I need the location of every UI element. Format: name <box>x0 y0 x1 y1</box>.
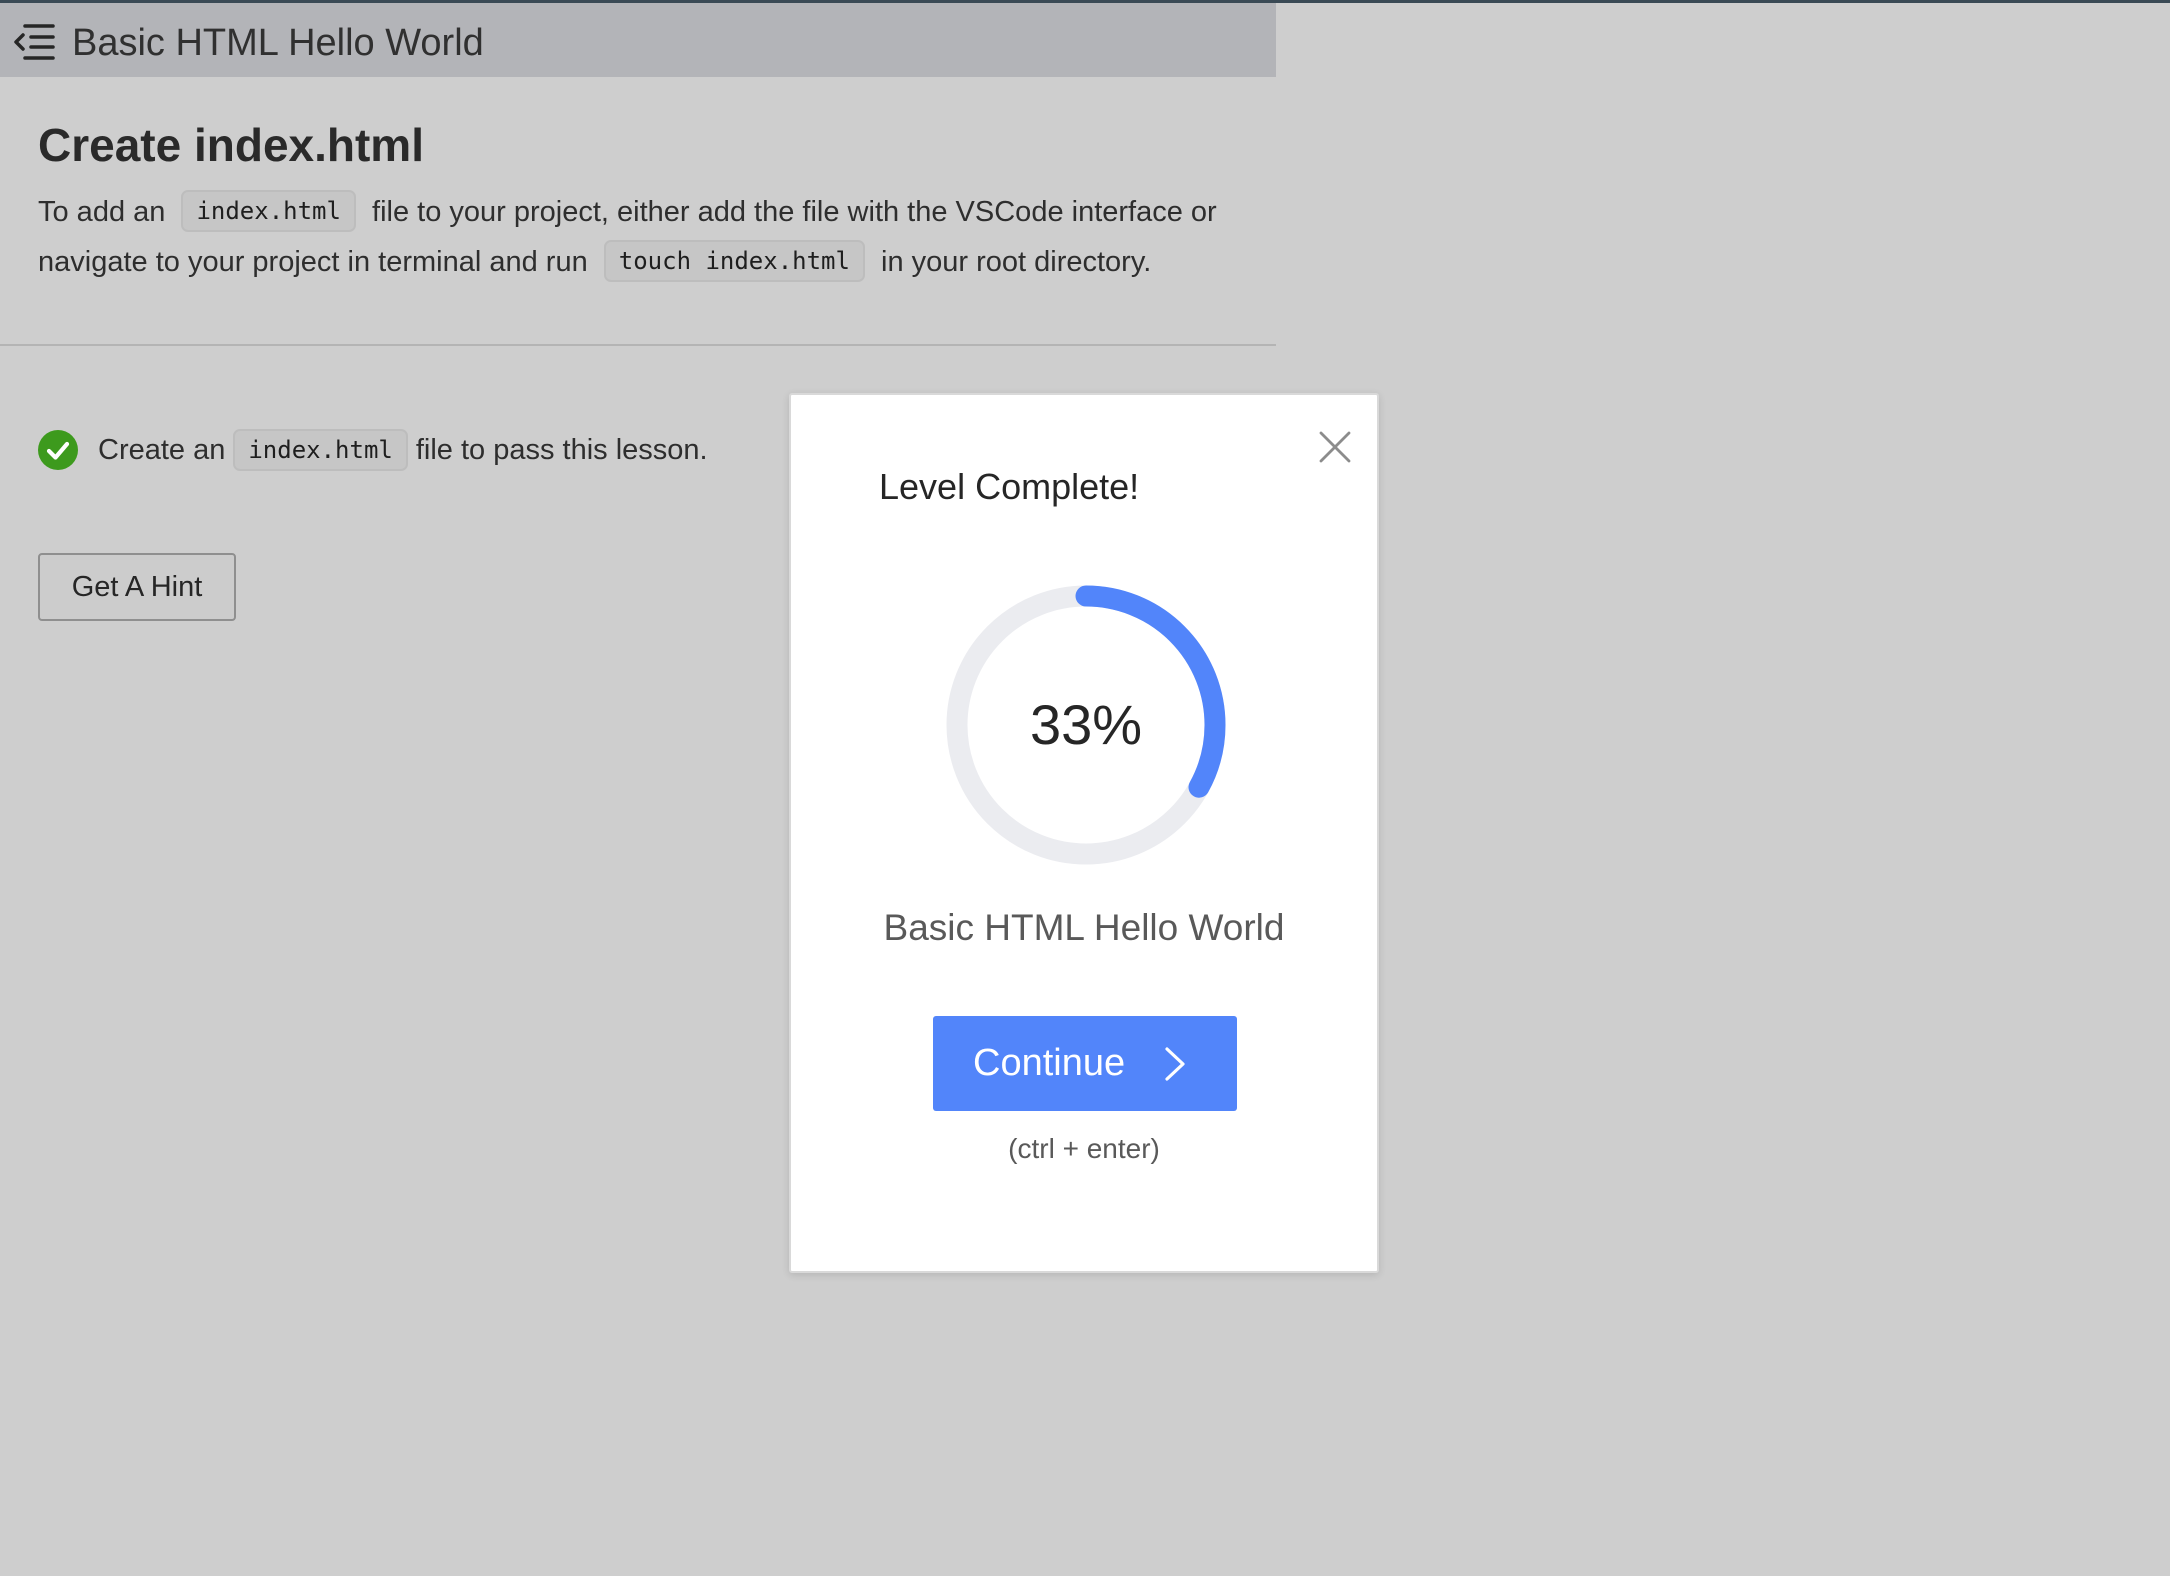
chevron-right-icon <box>1165 1047 1185 1081</box>
tutorial-title: Basic HTML Hello World <box>72 22 484 64</box>
check-circle-icon <box>38 430 78 470</box>
level-complete-modal: Level Complete! 33% Basic HTML Hello Wor… <box>789 393 1379 1273</box>
keyboard-shortcut-hint: (ctrl + enter) <box>1008 1133 1160 1164</box>
menu-fold-icon[interactable] <box>13 23 55 61</box>
inline-code: index.html <box>181 190 356 232</box>
divider <box>0 344 1276 346</box>
test-text: Create an <box>98 433 226 466</box>
step-heading: Create index.html <box>38 119 424 171</box>
modal-title: Level Complete! <box>879 466 1140 507</box>
step-description: To add an index.html file to your projec… <box>38 187 1258 287</box>
close-icon[interactable] <box>1315 427 1355 467</box>
description-text: in your root directory. <box>881 246 1152 278</box>
test-item: Create an index.html file to pass this l… <box>38 424 708 476</box>
continue-button[interactable]: Continue <box>933 1016 1237 1111</box>
header-bar: Basic HTML Hello World <box>0 3 1276 77</box>
continue-label: Continue <box>973 1042 1126 1084</box>
inline-code: index.html <box>233 429 408 471</box>
get-hint-button[interactable]: Get A Hint <box>38 553 236 621</box>
progress-percent: 33% <box>1029 693 1143 756</box>
description-text: To add an <box>38 196 166 228</box>
test-text: file to pass this lesson. <box>415 433 708 466</box>
level-name: Basic HTML Hello World <box>883 907 1285 948</box>
inline-code: touch index.html <box>603 240 865 282</box>
progress-circle: 33% <box>946 585 1226 865</box>
